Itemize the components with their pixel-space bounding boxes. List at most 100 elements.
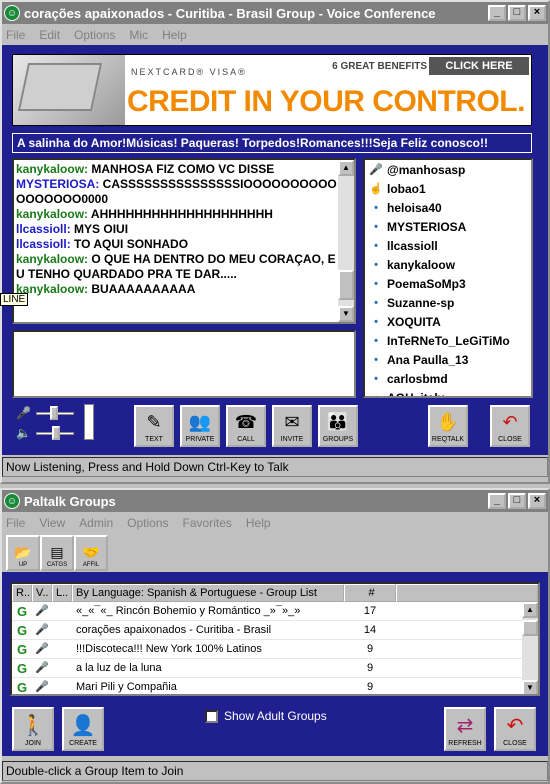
menu-mic[interactable]: Mic bbox=[129, 28, 148, 42]
user-list-item[interactable]: ☝ lobao1 bbox=[365, 179, 531, 198]
up-button[interactable]: 📂 UP bbox=[6, 535, 40, 571]
voice-status-bar: Now Listening, Press and Hold Down Ctrl-… bbox=[2, 457, 548, 477]
message-input[interactable] bbox=[12, 330, 356, 398]
banner-benefits: 6 GREAT BENEFITS bbox=[332, 61, 427, 72]
chat-scrollbar[interactable]: ▲ ▼ bbox=[338, 160, 354, 322]
hand-icon: ☝ bbox=[369, 183, 383, 195]
col-group-name[interactable]: By Language: Spanish & Portuguese - Grou… bbox=[72, 584, 344, 602]
chat-text: MYS OIUI bbox=[70, 222, 129, 236]
dot-icon: • bbox=[374, 353, 378, 366]
user-list-item[interactable]: • PoemaSoMp3 bbox=[365, 274, 531, 293]
group-name: Mari Pili y Compañia bbox=[76, 681, 177, 693]
create-button[interactable]: 👤 CREATE bbox=[62, 707, 104, 751]
handshake-icon: 🤝 bbox=[82, 544, 100, 560]
menu-help[interactable]: Help bbox=[162, 28, 187, 42]
col-r[interactable]: R.. bbox=[12, 584, 32, 602]
minimize-button[interactable]: _ bbox=[488, 493, 506, 509]
adult-label: Show Adult Groups bbox=[224, 709, 327, 723]
user-list-item[interactable]: • Ana Paulla_13 bbox=[365, 350, 531, 369]
reqtalk-button[interactable]: ✋ REQTALK bbox=[428, 405, 468, 447]
maximize-button[interactable]: □ bbox=[508, 5, 526, 21]
ad-banner[interactable]: NEXTCARD® VISA® CREDIT IN YOUR CONTROL. … bbox=[12, 54, 532, 126]
show-adult-groups-checkbox[interactable]: Show Adult Groups bbox=[205, 709, 327, 723]
menu-edit[interactable]: Edit bbox=[39, 28, 60, 42]
groups-title-bar[interactable]: ☺ Paltalk Groups _ □ × bbox=[2, 490, 548, 512]
menu-help[interactable]: Help bbox=[246, 516, 271, 530]
scroll-thumb[interactable] bbox=[338, 270, 354, 300]
group-user-count: 9 bbox=[366, 643, 374, 655]
menu-options[interactable]: Options bbox=[127, 516, 168, 530]
user-list[interactable]: 🎤 @manhosasp ☝ lobao1 • heloisa40 • MYSTERIOSA •… bbox=[363, 158, 533, 398]
col-count[interactable]: # bbox=[344, 584, 396, 602]
voice-close-button[interactable]: ↶ CLOSE bbox=[490, 405, 530, 447]
locked-cell bbox=[52, 602, 72, 620]
group-row[interactable]: G 🎤 !!!Discoteca!!! New York 100% Latinos 9 bbox=[12, 640, 538, 659]
speaker-slider-knob[interactable] bbox=[52, 426, 60, 440]
col-v[interactable]: V.. bbox=[32, 584, 52, 602]
banner-click-here-button[interactable]: CLICK HERE bbox=[429, 57, 529, 75]
dot-icon: • bbox=[374, 391, 378, 398]
groups-button[interactable]: 👪 GROUPS bbox=[318, 405, 358, 447]
mic-volume-slider[interactable]: 🎤 bbox=[16, 406, 78, 420]
folder-up-icon: 📂 bbox=[14, 544, 32, 560]
call-button[interactable]: ☎ CALL bbox=[226, 405, 266, 447]
menu-favorites[interactable]: Favorites bbox=[183, 516, 232, 530]
close-window-button[interactable]: × bbox=[528, 5, 546, 21]
group-user-count: 14 bbox=[363, 624, 377, 636]
chat-username: MYSTERIOSA: bbox=[16, 177, 100, 191]
checkbox-box[interactable] bbox=[205, 709, 218, 723]
voice-menubar: File Edit Options Mic Help bbox=[2, 24, 548, 45]
menu-file[interactable]: File bbox=[6, 28, 25, 42]
user-list-item[interactable]: • MYSTERIOSA bbox=[365, 217, 531, 236]
group-row[interactable]: G 🎤 Mari Pili y Compañia 9 bbox=[12, 678, 538, 694]
user-list-item[interactable]: • heloisa40 bbox=[365, 198, 531, 217]
user-list-item[interactable]: • XOQUITA bbox=[365, 312, 531, 331]
refresh-button[interactable]: ⇄ REFRESH bbox=[444, 707, 486, 751]
col-l[interactable]: L.. bbox=[52, 584, 72, 602]
join-button[interactable]: 🚶 JOIN bbox=[12, 707, 54, 751]
user-list-item[interactable]: • carlosbmd bbox=[365, 369, 531, 388]
dot-icon: • bbox=[374, 239, 378, 252]
user-list-item[interactable]: • AGH_italy bbox=[365, 388, 531, 398]
voice-title-bar[interactable]: ☺ corações apaixonados - Curitiba - Bras… bbox=[2, 2, 548, 24]
reqtalk-label: REQTALK bbox=[431, 436, 465, 443]
chat-log[interactable]: kanykaloow: MANHOSA FIZ COMO VC DISSE MYS… bbox=[12, 158, 356, 324]
user-list-item[interactable]: • InTeRNeTo_LeGiTiMo bbox=[365, 331, 531, 350]
room-topic: A salinha do Amor!Músicas! Paqueras! Tor… bbox=[12, 133, 532, 153]
menu-options[interactable]: Options bbox=[74, 28, 115, 42]
close-window-button[interactable]: × bbox=[528, 493, 546, 509]
group-row[interactable]: G 🎤 «_«¯«_ Rincón Bohemio y Romántico _»¯»… bbox=[12, 602, 538, 621]
group-type: G bbox=[16, 623, 28, 638]
menu-file[interactable]: File bbox=[6, 516, 25, 530]
user-list-item[interactable]: • kanykaloow bbox=[365, 255, 531, 274]
user-list-item[interactable]: 🎤 @manhosasp bbox=[365, 160, 531, 179]
affil-button[interactable]: 🤝 AFFIL bbox=[74, 535, 108, 571]
mic-slider-knob[interactable] bbox=[50, 406, 58, 420]
user-list-item[interactable]: • llcassioll bbox=[365, 236, 531, 255]
text-button[interactable]: ✎ TEXT bbox=[134, 405, 174, 447]
chat-message: MYSTERIOSA: CASSSSSSSSSSSSSSSIOOOOOOOOOO… bbox=[16, 177, 338, 207]
dot-icon: • bbox=[374, 220, 378, 233]
user-list-item[interactable]: • Suzanne-sp bbox=[365, 293, 531, 312]
group-list-scrollbar[interactable]: ▲ ▼ bbox=[522, 602, 538, 694]
minimize-button[interactable]: _ bbox=[488, 5, 506, 21]
scroll-up-button[interactable]: ▲ bbox=[522, 602, 538, 618]
scroll-down-button[interactable]: ▼ bbox=[522, 680, 538, 694]
speaker-volume-slider[interactable]: 🔈 bbox=[16, 426, 78, 440]
menu-view[interactable]: View bbox=[39, 516, 65, 530]
private-button[interactable]: 👥 PRIVATE bbox=[180, 405, 220, 447]
chat-message: kanykaloow: MANHOSA FIZ COMO VC DISSE bbox=[16, 162, 338, 177]
invite-button[interactable]: ✉ INVITE bbox=[272, 405, 312, 447]
scroll-up-button[interactable]: ▲ bbox=[338, 160, 354, 176]
paltalk-app-icon: ☺ bbox=[4, 5, 20, 21]
catgs-button[interactable]: ▤ CATGS bbox=[40, 535, 74, 571]
scroll-down-button[interactable]: ▼ bbox=[338, 306, 354, 322]
group-row[interactable]: G 🎤 corações apaixonados - Curitiba - Bras… bbox=[12, 621, 538, 640]
scroll-thumb[interactable] bbox=[522, 620, 538, 636]
groups-close-button[interactable]: ↶ CLOSE bbox=[494, 707, 536, 751]
group-row[interactable]: G 🎤 a la luz de la luna 9 bbox=[12, 659, 538, 678]
group-list-table[interactable]: R.. V.. L.. By Language: Spanish & Portu… bbox=[10, 582, 540, 696]
menu-admin[interactable]: Admin bbox=[79, 516, 113, 530]
maximize-button[interactable]: □ bbox=[508, 493, 526, 509]
chat-username: kanykaloow: bbox=[16, 252, 89, 266]
